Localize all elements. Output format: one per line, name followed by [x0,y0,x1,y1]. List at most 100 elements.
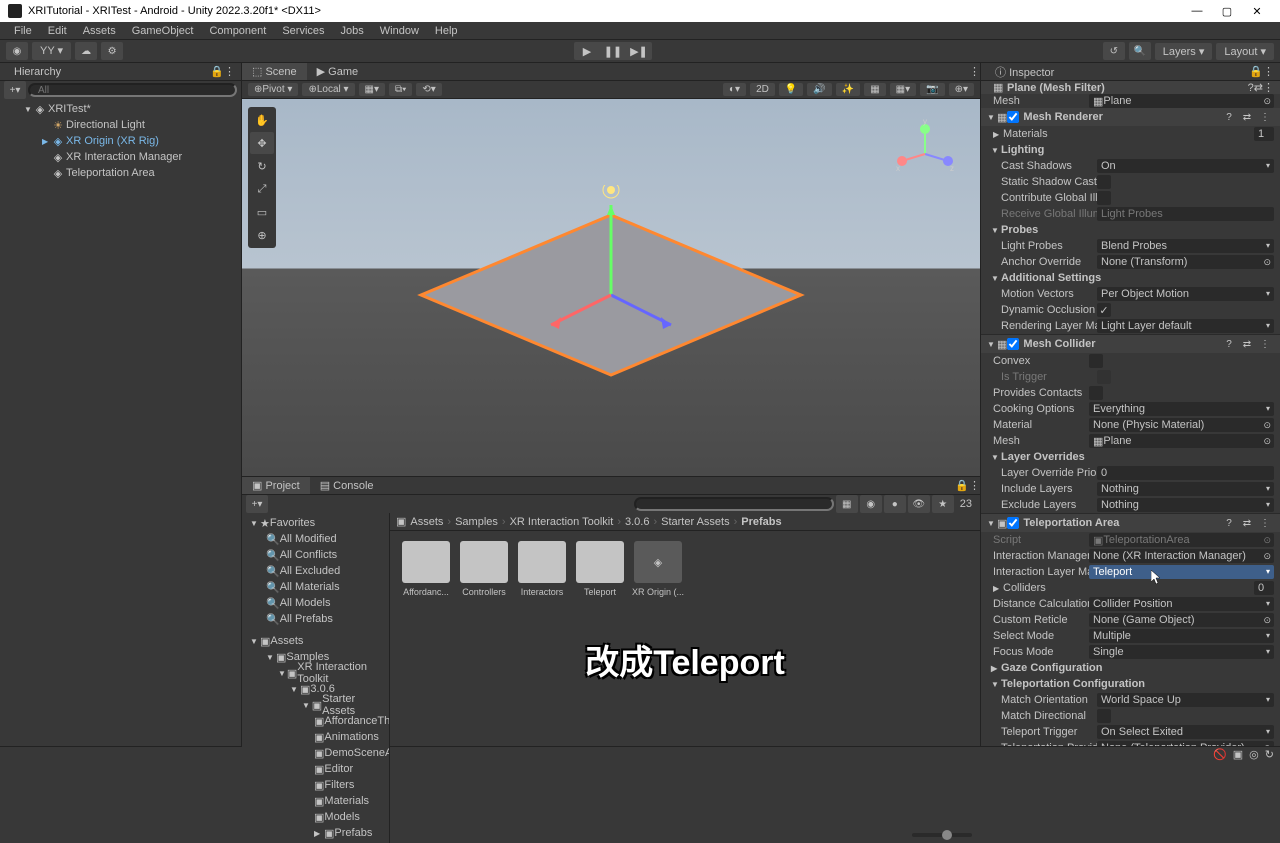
collider-material-field[interactable]: None (Physic Material) [1089,418,1274,432]
menu-jobs[interactable]: Jobs [333,25,372,37]
match-orientation-dropdown[interactable]: World Space Up [1097,693,1274,707]
project-search[interactable] [634,497,834,511]
project-filter1[interactable]: ▦ [836,495,858,513]
folder-item[interactable]: ▣ Filters [242,777,389,793]
dynamic-occlusion-checkbox[interactable]: ✓ [1097,303,1111,317]
view-tool[interactable]: ✋ [250,109,274,131]
status-icon[interactable]: 🚫 [1213,748,1227,761]
step-button[interactable]: ▶❚ [626,42,652,60]
maximize-button[interactable]: ▢ [1212,5,1242,18]
scale-tool[interactable]: ⤢ [250,178,274,200]
folder-asset[interactable]: Teleport [574,541,626,597]
cast-shadows-dropdown[interactable]: On [1097,159,1274,173]
folder-item[interactable]: ▼▣ Starter Assets [242,697,389,713]
cloud-button[interactable]: ☁ [75,42,97,60]
teleport-area-enabled[interactable] [1007,517,1019,529]
project-create-button[interactable]: +▾ [246,495,268,513]
menu-services[interactable]: Services [274,25,332,37]
folder-item[interactable]: ▼▣ XR Interaction Toolkit [242,665,389,681]
cooking-dropdown[interactable]: Everything [1089,402,1274,416]
menu-icon[interactable]: ⋮ [1258,518,1272,529]
teleport-area-header[interactable]: ▼▣ Teleportation Area ? ⇄ ⋮ [981,514,1280,532]
pause-button[interactable]: ❚❚ [600,42,626,60]
exclude-layers-dropdown[interactable]: Nothing [1097,498,1274,512]
light-probes-dropdown[interactable]: Blend Probes [1097,239,1274,253]
2d-toggle[interactable]: 2D [750,83,775,96]
folder-asset[interactable]: Interactors [516,541,568,597]
fav-item[interactable]: 🔍 All Modified [242,531,389,547]
menu-icon[interactable]: ⋮ [1258,339,1272,350]
menu-assets[interactable]: Assets [75,25,124,37]
status-icon[interactable]: ◎ [1249,748,1259,761]
move-tool[interactable]: ✥ [250,132,274,154]
menu-gameobject[interactable]: GameObject [124,25,202,37]
project-menu-icon[interactable]: ⋮ [969,479,980,492]
rotate-tool[interactable]: ↻ [250,155,274,177]
select-mode-dropdown[interactable]: Multiple [1089,629,1274,643]
camera-button[interactable]: 📷 [920,83,944,96]
render-layer-dropdown[interactable]: Light Layer default [1097,319,1274,333]
inspector-menu-icon[interactable]: ⋮ [1263,65,1274,78]
close-button[interactable]: ✕ [1242,5,1272,18]
tab-menu-icon[interactable]: ⋮ [969,65,980,78]
teleport-trigger-dropdown[interactable]: On Select Exited [1097,725,1274,739]
game-tab[interactable]: ▶ Game [307,63,368,80]
scene-tab[interactable]: ⬚ Scene [242,63,307,80]
mesh-renderer-enabled[interactable] [1007,111,1019,123]
project-lock-icon[interactable]: 🔒 [955,479,969,492]
lighting-toggle[interactable]: 💡 [779,83,803,96]
hierarchy-item[interactable]: ◈ Teleportation Area [0,165,241,181]
folder-asset[interactable]: Affordanc... [400,541,452,597]
prefab-asset[interactable]: ◈XR Origin (... [632,541,684,597]
folder-item[interactable]: ▣ Models [242,809,389,825]
breadcrumb-item[interactable]: Starter Assets [661,516,729,528]
project-filter3[interactable]: ● [884,495,906,513]
search-button[interactable]: 🔍 [1129,42,1151,60]
fx-toggle[interactable]: ✨ [836,83,860,96]
mesh-collider-header[interactable]: ▼▦ Mesh Collider ? ⇄ ⋮ [981,335,1280,353]
increment-button[interactable]: ⟲▾ [416,83,441,96]
breadcrumb-item[interactable]: XR Interaction Toolkit [510,516,614,528]
orientation-gizmo[interactable]: y z x [890,119,960,189]
transform-tool[interactable]: ⊕ [250,224,274,246]
help-icon[interactable]: ? [1222,112,1236,123]
layers-dropdown[interactable]: Layers ▾ [1155,43,1213,60]
folder-item[interactable]: ▣ DemoSceneAssets [242,745,389,761]
hierarchy-tab[interactable]: Hierarchy [6,64,69,80]
help-icon[interactable]: ? [1222,339,1236,350]
fav-item[interactable]: 🔍 All Conflicts [242,547,389,563]
hierarchy-lock-icon[interactable]: 🔒 [210,65,224,78]
draw-mode[interactable]: ◐▾ [723,83,746,96]
assets-folder[interactable]: ▼▣ Assets [242,633,389,649]
folder-asset[interactable]: Controllers [458,541,510,597]
folder-item[interactable]: ▣ Animations [242,729,389,745]
minimize-button[interactable]: — [1182,5,1212,17]
folder-item[interactable]: ▣ AffordanceThem [242,713,389,729]
reticle-field[interactable]: None (Game Object) [1089,613,1274,627]
preset-icon[interactable]: ⇄ [1240,518,1254,529]
hierarchy-menu-icon[interactable]: ⋮ [224,65,235,78]
inspector-tab[interactable]: ⓘ Inspector [987,63,1062,82]
folder-item[interactable]: ▣ Materials [242,793,389,809]
scene-root[interactable]: ▼◈ XRITest* [0,101,241,117]
contacts-checkbox[interactable] [1089,386,1103,400]
pivot-toggle[interactable]: ⊕Pivot ▾ [248,83,298,96]
preset-icon[interactable]: ⇄ [1240,112,1254,123]
settings-button[interactable]: ⚙ [101,42,123,60]
audio-toggle[interactable]: 🔊 [807,83,831,96]
create-button[interactable]: +▾ [4,81,26,99]
convex-checkbox[interactable] [1089,354,1103,368]
interaction-manager-field[interactable]: None (XR Interaction Manager) [1089,549,1274,563]
project-filter2[interactable]: ◉ [860,495,882,513]
folder-item[interactable]: ▣ Editor [242,761,389,777]
menu-icon[interactable]: ⋮ [1263,81,1274,94]
hierarchy-search[interactable] [28,83,237,97]
account-dropdown[interactable]: YY ▾ [32,42,71,60]
zoom-slider[interactable] [912,833,972,837]
include-layers-dropdown[interactable]: Nothing [1097,482,1274,496]
focus-mode-dropdown[interactable]: Single [1089,645,1274,659]
menu-component[interactable]: Component [201,25,274,37]
anchor-field[interactable]: None (Transform) [1097,255,1274,269]
contribute-gi-checkbox[interactable] [1097,191,1111,205]
hierarchy-item[interactable]: ☀ Directional Light [0,117,241,133]
